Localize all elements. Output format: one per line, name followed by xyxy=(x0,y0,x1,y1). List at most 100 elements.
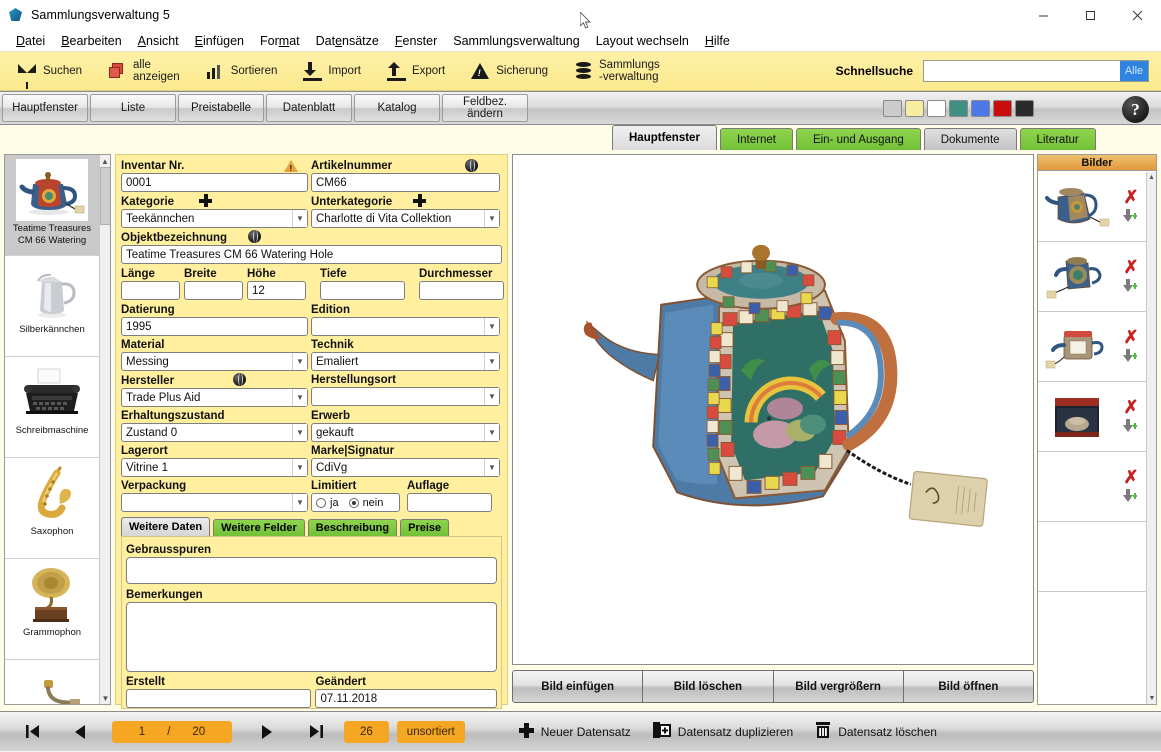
quick-search-all-button[interactable]: Alle xyxy=(1120,61,1148,81)
delete-record-button[interactable]: Datensatz löschen xyxy=(815,721,937,742)
material-select[interactable]: ▼ xyxy=(121,352,308,371)
download-plus-icon[interactable] xyxy=(1122,348,1140,364)
layout-button-datenblatt[interactable]: Datenblatt xyxy=(266,94,352,122)
tab-literatur[interactable]: Literatur xyxy=(1020,128,1096,150)
scroll-down-icon[interactable]: ▼ xyxy=(1147,693,1157,704)
empty-image-thumb[interactable] xyxy=(1038,523,1116,591)
swatch-teal[interactable] xyxy=(949,100,968,117)
laenge-input[interactable] xyxy=(121,281,180,300)
inner-tab-beschreibung[interactable]: Beschreibung xyxy=(308,519,397,536)
menu-datensaetze[interactable]: Datensätze xyxy=(308,32,387,50)
layout-button-hauptfenster[interactable]: Hauptfenster xyxy=(2,94,88,122)
sort-state-badge[interactable]: unsortiert xyxy=(397,721,465,743)
erwerb-select[interactable]: ▼ xyxy=(311,423,500,442)
marke-signatur-value[interactable] xyxy=(311,458,500,477)
toolbar-export[interactable]: Export xyxy=(373,52,457,91)
quick-search-input[interactable] xyxy=(924,61,1120,81)
scroll-up-icon[interactable]: ▲ xyxy=(1147,172,1156,183)
edition-value[interactable] xyxy=(311,317,500,336)
chevron-down-icon[interactable]: ▼ xyxy=(484,353,499,370)
inventar-nr-input[interactable] xyxy=(121,173,308,192)
found-count-badge[interactable]: 26 xyxy=(344,721,389,743)
inner-tab-weitere-daten[interactable]: Weitere Daten xyxy=(121,517,210,536)
chevron-down-icon[interactable]: ▼ xyxy=(292,424,307,441)
swatch-grey[interactable] xyxy=(883,100,902,117)
list-item[interactable] xyxy=(5,660,99,705)
durchmesser-input[interactable] xyxy=(419,281,504,300)
swatch-black[interactable] xyxy=(1015,100,1034,117)
page-indicator[interactable]: 1 / 20 xyxy=(112,721,232,743)
tiefe-input[interactable] xyxy=(320,281,405,300)
delete-image-icon[interactable]: ✗ xyxy=(1123,399,1138,415)
delete-image-icon[interactable]: ✗ xyxy=(1123,329,1138,345)
bemerkungen-textarea[interactable] xyxy=(126,602,497,672)
erstellt-input[interactable] xyxy=(126,689,311,708)
lagerort-select[interactable]: ▼ xyxy=(121,458,308,477)
menu-einfuegen[interactable]: Einfügen xyxy=(187,32,252,50)
teapot-box-thumb-icon[interactable] xyxy=(1038,383,1116,451)
tab-internet[interactable]: Internet xyxy=(720,128,793,150)
limitiert-radio-group[interactable]: ja nein xyxy=(311,493,400,512)
delete-image-icon[interactable]: ✗ xyxy=(1123,469,1138,485)
download-plus-icon[interactable] xyxy=(1122,278,1140,294)
bilder-row[interactable]: ✗ xyxy=(1038,172,1146,242)
tab-hauptfenster[interactable]: Hauptfenster xyxy=(612,125,717,150)
swatch-blue[interactable] xyxy=(971,100,990,117)
object-list[interactable]: Teatime Treasures CM 66 Watering xyxy=(5,155,99,704)
bild-loeschen-button[interactable]: Bild löschen xyxy=(643,671,773,702)
chevron-down-icon[interactable]: ▼ xyxy=(484,210,499,227)
bilder-row[interactable] xyxy=(1038,522,1146,592)
main-image-container[interactable] xyxy=(512,154,1034,665)
datierung-input[interactable] xyxy=(121,317,308,336)
herstellungsort-select[interactable]: ▼ xyxy=(311,387,500,406)
erwerb-value[interactable] xyxy=(311,423,500,442)
menu-bearbeiten[interactable]: Bearbeiten xyxy=(53,32,129,50)
menu-sammlungsverwaltung[interactable]: Sammlungsverwaltung xyxy=(445,32,587,50)
toolbar-suchen[interactable]: Suchen xyxy=(0,52,94,91)
swatch-red[interactable] xyxy=(993,100,1012,117)
chevron-down-icon[interactable]: ▼ xyxy=(484,424,499,441)
bild-einfuegen-button[interactable]: Bild einfügen xyxy=(513,671,643,702)
menu-hilfe[interactable]: Hilfe xyxy=(697,32,738,50)
previous-record-button[interactable] xyxy=(62,712,98,752)
chevron-down-icon[interactable]: ▼ xyxy=(484,388,499,405)
layout-button-feldbez-aendern[interactable]: Feldbez. ändern xyxy=(442,94,528,122)
gebrausspuren-textarea[interactable] xyxy=(126,557,497,584)
bilder-scrollbar[interactable]: ▲ ▼ xyxy=(1146,172,1156,704)
chevron-down-icon[interactable]: ▼ xyxy=(292,389,307,406)
close-button[interactable] xyxy=(1114,0,1161,31)
bilder-row[interactable]: ✗ xyxy=(1038,452,1146,522)
toolbar-sicherung[interactable]: Sicherung xyxy=(457,52,560,91)
bild-oeffnen-button[interactable]: Bild öffnen xyxy=(904,671,1033,702)
menu-format[interactable]: Format xyxy=(252,32,308,50)
menu-layout-wechseln[interactable]: Layout wechseln xyxy=(588,32,697,50)
list-item[interactable]: Silberkännchen xyxy=(5,256,99,357)
scroll-down-icon[interactable]: ▼ xyxy=(100,692,111,704)
toolbar-alle-anzeigen[interactable]: alle anzeigen xyxy=(94,52,192,91)
bilder-row[interactable]: ✗ xyxy=(1038,312,1146,382)
hersteller-value[interactable] xyxy=(121,388,308,407)
herstellungsort-value[interactable] xyxy=(311,387,500,406)
hersteller-select[interactable]: ▼ xyxy=(121,388,308,407)
toolbar-sortieren[interactable]: Sortieren xyxy=(192,52,290,91)
menu-ansicht[interactable]: Ansicht xyxy=(130,32,187,50)
verpackung-select[interactable]: ▼ xyxy=(121,493,308,512)
menu-datei[interactable]: Datei xyxy=(8,32,53,50)
scroll-thumb[interactable] xyxy=(100,167,111,225)
erhaltungszustand-select[interactable]: ▼ xyxy=(121,423,308,442)
delete-image-icon[interactable]: ✗ xyxy=(1123,259,1138,275)
hoehe-input[interactable] xyxy=(247,281,306,300)
toolbar-import[interactable]: Import xyxy=(289,52,373,91)
minimize-button[interactable] xyxy=(1020,0,1067,31)
list-item[interactable]: Grammophon xyxy=(5,559,99,660)
layout-button-liste[interactable]: Liste xyxy=(90,94,176,122)
empty-image-thumb[interactable] xyxy=(1038,593,1116,661)
help-button[interactable]: ? xyxy=(1122,96,1149,123)
chevron-down-icon[interactable]: ▼ xyxy=(484,318,499,335)
teapot-top-thumb-icon[interactable] xyxy=(1038,313,1116,381)
technik-select[interactable]: ▼ xyxy=(311,352,500,371)
material-value[interactable] xyxy=(121,352,308,371)
edition-select[interactable]: ▼ xyxy=(311,317,500,336)
bilder-row[interactable] xyxy=(1038,592,1146,662)
bild-vergroessern-button[interactable]: Bild vergrößern xyxy=(774,671,904,702)
